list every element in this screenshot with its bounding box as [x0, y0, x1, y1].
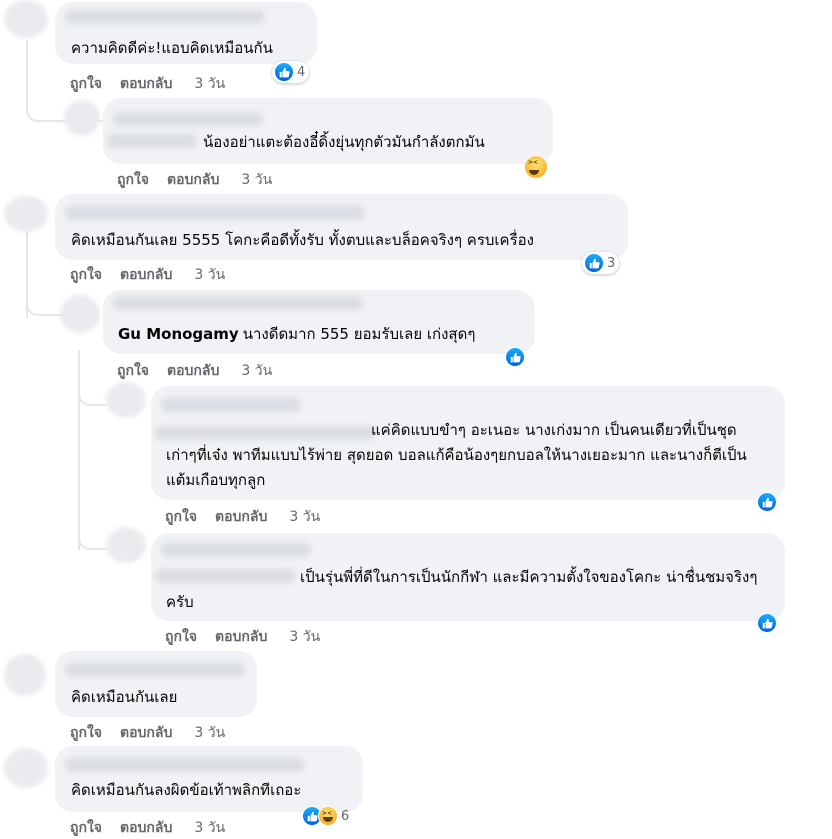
- comment-bubble: Gu Monogamy นางดีดมาก 555 ยอมรับเลย เก่งส…: [103, 290, 535, 354]
- comment-actions: ถูกใจ ตอบกลับ 3 วัน: [70, 264, 243, 286]
- comment-actions: ถูกใจ ตอบกลับ 3 วัน: [70, 817, 243, 839]
- comment-bubble: คิดเหมือนกันเลย: [55, 651, 257, 717]
- reply-button[interactable]: ตอบกลับ: [120, 725, 172, 741]
- comment-bubble: น้องอย่าแตะต้องอี๋ดิ้งยุ่นทุกตัวมันกำลัง…: [103, 98, 553, 164]
- comment-actions: ถูกใจ ตอบกลับ 3 วัน: [165, 626, 338, 648]
- avatar[interactable]: [106, 527, 146, 563]
- author-name-redacted[interactable]: [113, 296, 363, 310]
- comment-body: นางดีดมาก 555 ยอมรับเลย เก่งสุดๆ: [242, 325, 476, 343]
- reply-button[interactable]: ตอบกลับ: [120, 820, 172, 836]
- timestamp[interactable]: 3 วัน: [194, 267, 225, 283]
- avatar[interactable]: [4, 654, 46, 696]
- like-button[interactable]: ถูกใจ: [117, 172, 149, 188]
- like-reaction-icon: [505, 347, 525, 367]
- like-button[interactable]: ถูกใจ: [70, 820, 102, 836]
- reaction-count: 3: [607, 255, 616, 271]
- reply-button[interactable]: ตอบกลับ: [167, 172, 219, 188]
- like-button[interactable]: ถูกใจ: [70, 76, 102, 92]
- author-name-redacted[interactable]: [107, 134, 197, 148]
- comment-actions: ถูกใจ ตอบกลับ 3 วัน: [165, 506, 338, 528]
- comment-bubble: ความคิดดีค่ะ!แอบคิดเหมือนกัน: [55, 2, 317, 64]
- haha-reaction-icon: ><: [318, 806, 338, 826]
- author-name-redacted[interactable]: [161, 543, 311, 557]
- comment-actions: ถูกใจ ตอบกลับ 3 วัน: [70, 722, 243, 744]
- like-button[interactable]: ถูกใจ: [165, 629, 197, 645]
- comment-text: แค่คิดแบบขำๆ อะเนอะ นางเก่งมาก เป็นคนเดี…: [166, 421, 747, 489]
- comment-text: คิดเหมือนกันลงผิดข้อเท้าพลิกทีเถอะ: [71, 781, 302, 799]
- like-button[interactable]: ถูกใจ: [117, 363, 149, 379]
- author-name-redacted[interactable]: [65, 10, 265, 24]
- comment-actions: ถูกใจ ตอบกลับ 3 วัน: [117, 169, 290, 191]
- reaction-summary[interactable]: 4: [272, 61, 310, 83]
- author-name-redacted[interactable]: [65, 758, 305, 772]
- reply-button[interactable]: ตอบกลับ: [120, 76, 172, 92]
- comment-bubble: แค่คิดแบบขำๆ อะเนอะ นางเก่งมาก เป็นคนเดี…: [151, 386, 785, 500]
- timestamp[interactable]: 3 วัน: [194, 76, 225, 92]
- like-button[interactable]: ถูกใจ: [70, 267, 102, 283]
- comment-actions: ถูกใจ ตอบกลับ 3 วัน: [117, 360, 290, 382]
- like-reaction-icon: [274, 62, 294, 82]
- avatar[interactable]: [4, 748, 48, 788]
- author-name[interactable]: Gu Monogamy: [118, 325, 239, 343]
- reaction-count: 6: [341, 808, 350, 824]
- reaction-count: 4: [297, 64, 306, 80]
- comment-bubble: เป็นรุ่นพี่ที่ดีในการเป็นนักกีฬา และมีคว…: [151, 533, 785, 621]
- author-name-redacted[interactable]: [65, 206, 365, 220]
- reaction-summary[interactable]: 3: [582, 252, 620, 274]
- author-name-redacted[interactable]: [113, 112, 263, 126]
- timestamp[interactable]: 3 วัน: [241, 363, 272, 379]
- timestamp[interactable]: 3 วัน: [289, 509, 320, 525]
- comment-actions: ถูกใจ ตอบกลับ 3 วัน: [70, 73, 243, 95]
- reaction-summary[interactable]: [757, 491, 777, 513]
- avatar[interactable]: [64, 100, 100, 136]
- timestamp[interactable]: 3 วัน: [241, 172, 272, 188]
- comment-text: ความคิดดีค่ะ!แอบคิดเหมือนกัน: [71, 39, 273, 57]
- timestamp[interactable]: 3 วัน: [194, 725, 225, 741]
- comment-text: น้องอย่าแตะต้องอี๋ดิ้งยุ่นทุกตัวมันกำลัง…: [203, 133, 485, 151]
- like-reaction-icon: [757, 492, 777, 512]
- reaction-summary[interactable]: [505, 346, 525, 368]
- reaction-summary[interactable]: ><: [522, 155, 550, 179]
- like-button[interactable]: ถูกใจ: [70, 725, 102, 741]
- timestamp[interactable]: 3 วัน: [194, 820, 225, 836]
- reaction-summary[interactable]: >< 6: [300, 805, 353, 827]
- timestamp[interactable]: 3 วัน: [289, 629, 320, 645]
- reply-button[interactable]: ตอบกลับ: [215, 509, 267, 525]
- comment-bubble: คิดเหมือนกันลงผิดข้อเท้าพลิกทีเถอะ: [55, 746, 363, 812]
- like-reaction-icon: [757, 613, 777, 633]
- author-name-redacted[interactable]: [161, 398, 301, 412]
- avatar[interactable]: [4, 0, 48, 38]
- reply-button[interactable]: ตอบกลับ: [120, 267, 172, 283]
- reaction-summary[interactable]: [757, 612, 777, 634]
- author-name-redacted[interactable]: [65, 663, 245, 677]
- avatar[interactable]: [60, 295, 100, 333]
- like-reaction-icon: [584, 253, 604, 273]
- thread-line: [78, 380, 106, 406]
- avatar[interactable]: [4, 196, 48, 232]
- comment-text: เป็นรุ่นพี่ที่ดีในการเป็นนักกีฬา และมีคว…: [166, 568, 758, 611]
- like-button[interactable]: ถูกใจ: [165, 509, 197, 525]
- reply-button[interactable]: ตอบกลับ: [167, 363, 219, 379]
- reply-button[interactable]: ตอบกลับ: [215, 629, 267, 645]
- comment-text: Gu Monogamy นางดีดมาก 555 ยอมรับเลย เก่งส…: [118, 322, 475, 347]
- avatar[interactable]: [106, 382, 146, 418]
- comment-text: คิดเหมือนกันเลย: [71, 688, 178, 706]
- comment-bubble: คิดเหมือนกันเลย 5555 โคกะคือดีทั้งรับ ทั…: [55, 194, 628, 260]
- haha-reaction-icon: ><: [524, 155, 548, 179]
- thread-line: [78, 520, 106, 550]
- comment-text: คิดเหมือนกันเลย 5555 โคกะคือดีทั้งรับ ทั…: [71, 231, 534, 249]
